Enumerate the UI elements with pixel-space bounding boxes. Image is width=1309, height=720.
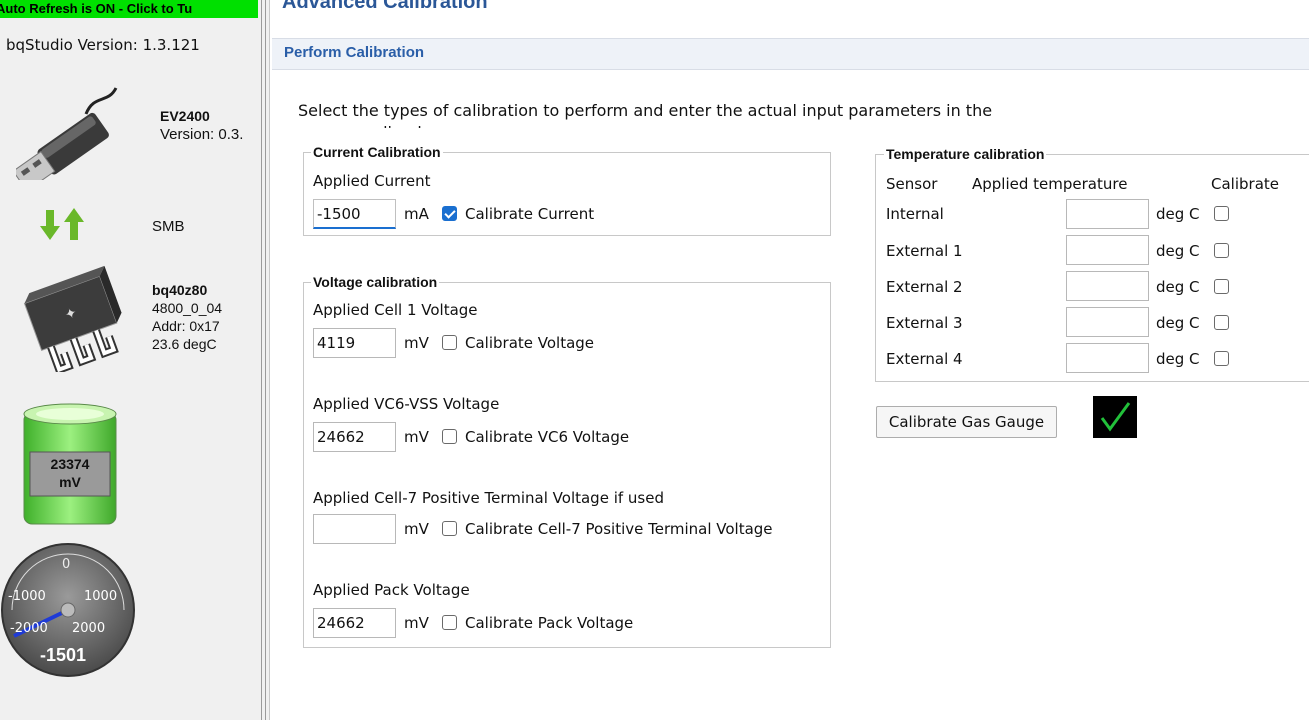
section-header	[272, 38, 1309, 70]
device-name: EV2400	[160, 108, 210, 124]
sensor-label: External 3	[886, 314, 963, 332]
battery-voltage-unit: mV	[59, 474, 81, 490]
version-label: bqStudio Version: 1.3.121	[6, 36, 200, 54]
voltage-row-label: Applied Pack Voltage	[313, 581, 470, 599]
device-version: Version: 0.3.	[160, 126, 244, 143]
temperature-unit: deg C	[1156, 278, 1200, 296]
temperature-unit: deg C	[1156, 242, 1200, 260]
checkmark-icon	[1093, 396, 1137, 438]
temperature-input-external-3[interactable]	[1066, 307, 1149, 337]
sensor-label: External 4	[886, 350, 963, 368]
calibrate-cell7-voltage-checkbox[interactable]	[442, 521, 457, 536]
gauge-reading: -1501	[40, 645, 87, 665]
voltage-row-label: Applied Cell-7 Positive Terminal Voltage…	[313, 489, 664, 507]
temperature-input-internal[interactable]	[1066, 199, 1149, 229]
page-title: Advanced Calibration	[282, 0, 488, 13]
chip-icon[interactable]: ✦	[8, 262, 136, 372]
temperature-input-external-1[interactable]	[1066, 235, 1149, 265]
temperature-input-external-2[interactable]	[1066, 271, 1149, 301]
temperature-input-external-4[interactable]	[1066, 343, 1149, 373]
calibrate-cell7-voltage-label: Calibrate Cell-7 Positive Terminal Volta…	[465, 520, 773, 538]
gauge-tick-pos2000: 2000	[72, 621, 106, 636]
panel-splitter[interactable]	[258, 0, 270, 720]
pack-voltage-input[interactable]	[313, 608, 396, 638]
calibrate-pack-voltage-label: Calibrate Pack Voltage	[465, 614, 634, 632]
auto-refresh-toggle[interactable]: Auto Refresh is ON - Click to Tu	[0, 0, 258, 18]
usb-plug-icon[interactable]	[16, 74, 126, 180]
voltage-group-title: Voltage calibration	[311, 274, 440, 290]
temperature-unit: deg C	[1156, 314, 1200, 332]
voltage-unit: mV	[404, 334, 429, 352]
calibrate-current-label: Calibrate Current	[465, 205, 595, 223]
temperature-unit: deg C	[1156, 350, 1200, 368]
voltage-unit: mV	[404, 614, 429, 632]
vc6-vss-voltage-input[interactable]	[313, 422, 396, 452]
sensor-label: External 2	[886, 278, 963, 296]
applied-current-label: Applied Current	[313, 172, 431, 190]
calibrate-external-2-checkbox[interactable]	[1214, 279, 1229, 294]
battery-voltage-value: 23374	[50, 456, 90, 472]
gauge-tick-neg2000: -2000	[10, 621, 48, 636]
calibrate-voltage-checkbox[interactable]	[442, 335, 457, 350]
gauge-tick-neg1000: -1000	[8, 589, 46, 604]
calibrate-vc6-voltage-checkbox[interactable]	[442, 429, 457, 444]
voltage-unit: mV	[404, 428, 429, 446]
calibrate-internal-checkbox[interactable]	[1214, 206, 1229, 221]
current-group-title: Current Calibration	[311, 144, 443, 160]
gauge-tick-0: 0	[62, 557, 71, 572]
current-unit: mA	[404, 205, 429, 223]
applied-temperature-column-header: Applied temperature	[972, 175, 1128, 193]
cell1-voltage-input[interactable]	[313, 328, 396, 358]
section-title: Perform Calibration	[284, 44, 425, 61]
sensor-label: External 1	[886, 242, 963, 260]
calibrate-current-checkbox[interactable]	[442, 206, 457, 221]
cell7-voltage-input[interactable]	[313, 514, 396, 544]
temperature-group-title: Temperature calibration	[884, 146, 1047, 162]
gauge-tick-pos1000: 1000	[84, 589, 118, 604]
temperature-unit: deg C	[1156, 205, 1200, 223]
chip-name: bq40z80	[152, 282, 208, 298]
chip-address: Addr: 0x17	[152, 318, 220, 334]
bus-label: SMB	[152, 218, 185, 235]
chip-temperature: 23.6 degC	[152, 336, 217, 352]
calibrate-vc6-voltage-label: Calibrate VC6 Voltage	[465, 428, 630, 446]
calibrate-voltage-label: Calibrate Voltage	[465, 334, 595, 352]
calibrate-external-4-checkbox[interactable]	[1214, 351, 1229, 366]
calibrate-column-header: Calibrate	[1211, 175, 1279, 193]
voltage-row-label: Applied Cell 1 Voltage	[313, 301, 478, 319]
device-sidebar: Auto Refresh is ON - Click to Tu bqStudi…	[0, 0, 258, 720]
sensor-label: Internal	[886, 205, 944, 223]
voltage-unit: mV	[404, 520, 429, 538]
voltage-row-label: Applied VC6-VSS Voltage	[313, 395, 500, 413]
calibrate-external-3-checkbox[interactable]	[1214, 315, 1229, 330]
chip-firmware: 4800_0_04	[152, 300, 223, 316]
applied-current-input[interactable]	[313, 199, 396, 229]
sensor-column-header: Sensor	[886, 175, 938, 193]
bus-arrows-icon	[40, 208, 84, 240]
calibrate-external-1-checkbox[interactable]	[1214, 243, 1229, 258]
calibrate-gas-gauge-button[interactable]: Calibrate Gas Gauge	[876, 406, 1057, 438]
instructions-text: Select the types of calibration to perfo…	[298, 101, 993, 128]
calibrate-pack-voltage-checkbox[interactable]	[442, 615, 457, 630]
